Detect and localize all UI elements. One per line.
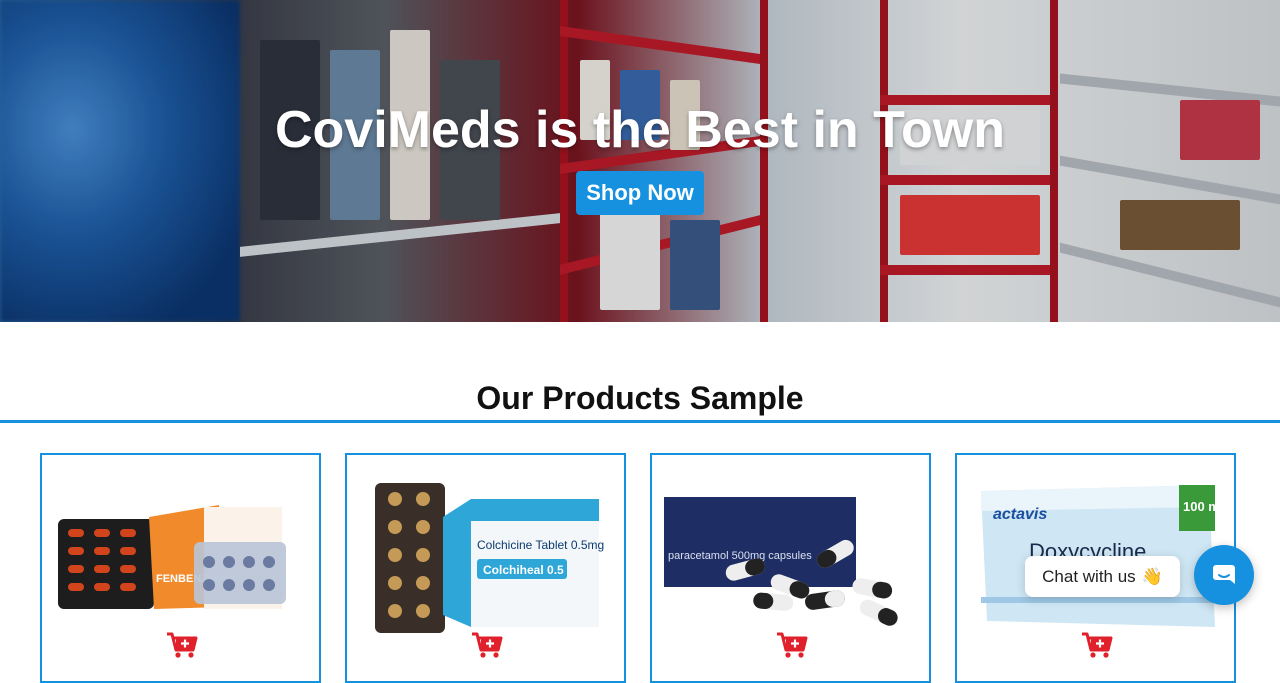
product-image-colchicine[interactable]: Colchicine Tablet 0.5mg Colchiheal 0.5 xyxy=(359,477,616,637)
chat-launcher-button[interactable] xyxy=(1194,545,1254,605)
cart-add-icon[interactable] xyxy=(471,631,503,659)
section-divider xyxy=(0,420,1280,423)
product-package-label: Colchicine Tablet 0.5mg xyxy=(477,538,604,552)
hero-banner: CoviMeds is the Best in Town Shop Now xyxy=(0,0,1280,322)
product-card[interactable]: FENBENZ 500 xyxy=(40,453,321,683)
waving-hand-icon: 👋 xyxy=(1141,566,1163,586)
hero-title: CoviMeds is the Best in Town xyxy=(274,101,1005,159)
product-image-fenbenz[interactable]: FENBENZ 500 xyxy=(54,477,311,637)
product-card[interactable]: Colchicine Tablet 0.5mg Colchiheal 0.5 xyxy=(345,453,626,683)
product-image-paracetamol[interactable]: paracetamol 500mg capsules xyxy=(664,477,921,637)
shop-now-button[interactable]: Shop Now xyxy=(576,171,704,215)
chat-icon xyxy=(1213,565,1235,584)
chat-prompt-label: Chat with us xyxy=(1042,566,1136,586)
chat-prompt-bubble[interactable]: Chat with us 👋 xyxy=(1025,556,1180,597)
product-package-label: paracetamol 500mg capsules xyxy=(668,550,812,562)
product-package-sublabel: Colchiheal 0.5 xyxy=(483,563,564,577)
product-dose-label: 100 mg xyxy=(1183,499,1226,514)
cart-add-icon[interactable] xyxy=(776,631,808,659)
cart-add-icon[interactable] xyxy=(1081,631,1113,659)
hero-overlay xyxy=(0,0,1280,322)
product-card[interactable]: paracetamol 500mg capsules xyxy=(650,453,931,683)
products-heading: Our Products Sample xyxy=(476,380,804,416)
cart-add-icon[interactable] xyxy=(166,631,198,659)
product-brand-label: actavis xyxy=(993,506,1047,523)
